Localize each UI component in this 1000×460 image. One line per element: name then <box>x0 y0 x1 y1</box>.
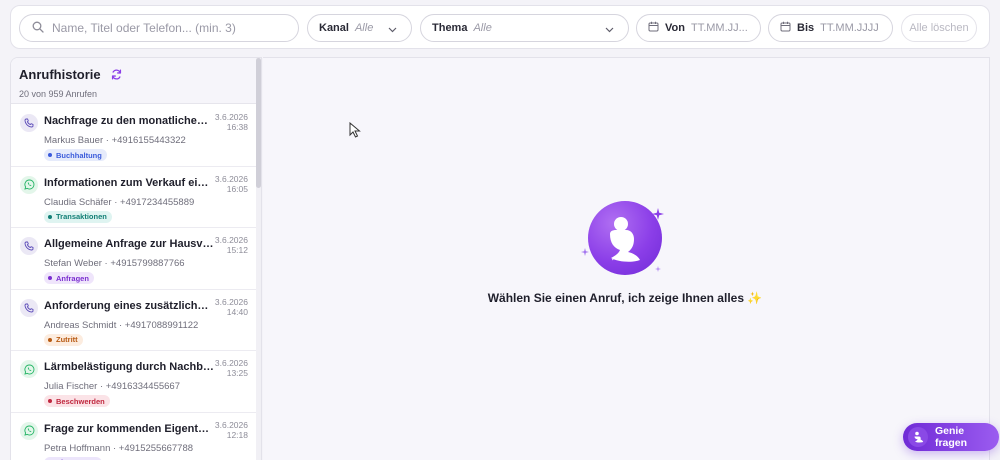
tag-dot <box>48 337 52 342</box>
topic-tag: Anfragen <box>44 272 94 284</box>
call-caller: Julia Fischer · +4916334455667 <box>44 381 180 392</box>
whatsapp-icon <box>20 421 38 440</box>
kanal-select[interactable]: Kanal Alle <box>307 14 412 42</box>
search-input[interactable]: Name, Titel oder Telefon... (min. 3) <box>19 14 299 42</box>
sparkle-icon <box>581 248 589 256</box>
call-datetime: 3.6.2026 14:40 <box>215 297 248 317</box>
call-caller: Claudia Schäfer · +4917234455889 <box>44 196 195 208</box>
whatsapp-icon <box>20 175 38 194</box>
tag-dot <box>48 214 52 219</box>
call-time: 16:05 <box>226 183 248 194</box>
bis-label: Bis <box>797 22 815 34</box>
call-list: Nachfrage zu den monatlichen Nebenkosten… <box>11 105 258 460</box>
call-history-panel: Anrufhistorie 20 von 959 Anrufen Nachfra… <box>10 57 262 460</box>
call-datetime: 3.6.2026 15:12 <box>215 235 248 255</box>
sparkle-icon <box>655 266 661 272</box>
whatsapp-icon <box>20 360 38 378</box>
call-history-header: Anrufhistorie 20 von 959 Anrufen <box>11 58 261 104</box>
tag-label: Transaktionen <box>56 212 107 221</box>
call-date: 3.6.2026 <box>214 296 248 307</box>
tag-dot <box>48 153 52 157</box>
clear-all-button[interactable]: Alle löschen <box>901 14 977 42</box>
panel-title: Anrufhistorie <box>19 67 101 82</box>
call-subject: Anforderung eines zusätzlichen Wohnungss… <box>44 299 214 312</box>
genie-ask-button[interactable]: Genie fragen <box>903 423 999 451</box>
call-subject: Informationen zum Verkauf einer Eigentum… <box>44 176 214 189</box>
call-time: 15:12 <box>226 245 248 255</box>
tag-label: Buchhaltung <box>56 150 102 160</box>
call-date: 3.6.2026 <box>214 173 248 184</box>
call-date: 3.6.2026 <box>214 112 248 122</box>
mouse-cursor-icon <box>349 122 361 138</box>
topic-tag: Zutritt <box>44 333 83 346</box>
calendar-icon <box>648 21 659 35</box>
call-subject: Lärmbelästigung durch Nachbarn am Abend <box>44 361 214 373</box>
search-icon <box>32 21 44 36</box>
sparkle-icon <box>652 208 664 220</box>
von-placeholder: TT.MM.JJ... <box>690 22 748 34</box>
tag-label: Zutritt <box>56 335 78 344</box>
thema-label: Thema <box>432 22 468 34</box>
call-subject: Frage zur kommenden Eigentümerversammlun… <box>44 422 214 435</box>
call-time: 12:18 <box>226 429 248 440</box>
call-datetime: 3.6.2026 16:05 <box>215 174 248 194</box>
scrollbar-thumb[interactable] <box>256 58 261 188</box>
kanal-label: Kanal <box>319 22 349 34</box>
call-list-item[interactable]: Lärmbelästigung durch Nachbarn am Abend J… <box>11 351 258 413</box>
genie-avatar-icon <box>588 201 662 275</box>
filter-bar: Name, Titel oder Telefon... (min. 3) Kan… <box>10 5 990 49</box>
genie-icon <box>908 427 928 447</box>
call-time: 14:40 <box>226 306 248 317</box>
call-list-item[interactable]: Allgemeine Anfrage zur Hausverwaltung Ste… <box>11 228 258 290</box>
scrollbar[interactable] <box>256 58 261 460</box>
tag-dot <box>48 276 52 280</box>
refresh-icon[interactable] <box>111 69 122 80</box>
tag-dot <box>48 399 52 403</box>
chevron-down-icon <box>605 24 614 36</box>
call-time: 16:38 <box>226 122 248 132</box>
search-placeholder: Name, Titel oder Telefon... (min. 3) <box>52 21 236 35</box>
topic-tag: Eigentümer <box>44 456 103 460</box>
von-date-field[interactable]: Von TT.MM.JJ... <box>636 14 761 42</box>
bis-date-field[interactable]: Bis TT.MM.JJJJ <box>768 14 893 42</box>
call-list-item[interactable]: Informationen zum Verkauf einer Eigentum… <box>11 166 258 228</box>
call-datetime: 3.6.2026 16:38 <box>215 112 248 132</box>
call-date: 3.6.2026 <box>214 419 248 430</box>
topic-tag: Transaktionen <box>44 210 112 223</box>
topic-tag: Beschwerden <box>44 395 110 407</box>
call-list-item[interactable]: Frage zur kommenden Eigentümerversammlun… <box>11 412 258 460</box>
phone-icon <box>20 237 38 255</box>
von-label: Von <box>665 22 685 34</box>
call-time: 13:25 <box>226 368 248 378</box>
call-caller: Petra Hoffmann · +4915255667788 <box>44 442 194 454</box>
phone-icon <box>20 298 38 317</box>
call-caller: Andreas Schmidt · +4917088991122 <box>44 319 199 331</box>
call-datetime: 3.6.2026 13:25 <box>215 358 248 378</box>
thema-select[interactable]: Thema Alle <box>420 14 629 42</box>
call-subject: Nachfrage zu den monatlichen Nebenkosten <box>44 115 214 127</box>
call-caller: Stefan Weber · +4915799887766 <box>44 258 185 269</box>
tag-label: Beschwerden <box>56 396 105 406</box>
calendar-icon <box>780 21 791 35</box>
topic-tag: Buchhaltung <box>44 149 107 161</box>
call-list-item[interactable]: Anforderung eines zusätzlichen Wohnungss… <box>11 289 258 351</box>
chevron-down-icon <box>388 24 397 36</box>
call-datetime: 3.6.2026 12:18 <box>215 420 248 440</box>
phone-icon <box>20 114 38 132</box>
call-detail-area: Wählen Sie einen Anruf, ich zeige Ihnen … <box>263 57 990 460</box>
call-subject: Allgemeine Anfrage zur Hausverwaltung <box>44 238 214 250</box>
bis-placeholder: TT.MM.JJJJ <box>820 22 879 34</box>
kanal-value: Alle <box>354 22 374 34</box>
call-caller: Markus Bauer · +4916155443322 <box>44 135 186 146</box>
call-list-item[interactable]: Nachfrage zu den monatlichen Nebenkosten… <box>11 105 258 167</box>
thema-value: Alle <box>473 22 492 34</box>
empty-state-message: Wählen Sie einen Anruf, ich zeige Ihnen … <box>487 291 763 305</box>
tag-label: Anfragen <box>56 273 89 283</box>
call-date: 3.6.2026 <box>214 235 248 245</box>
call-count: 20 von 959 Anrufen <box>19 89 98 99</box>
call-date: 3.6.2026 <box>214 358 248 368</box>
genie-ask-label: Genie fragen <box>934 425 968 449</box>
